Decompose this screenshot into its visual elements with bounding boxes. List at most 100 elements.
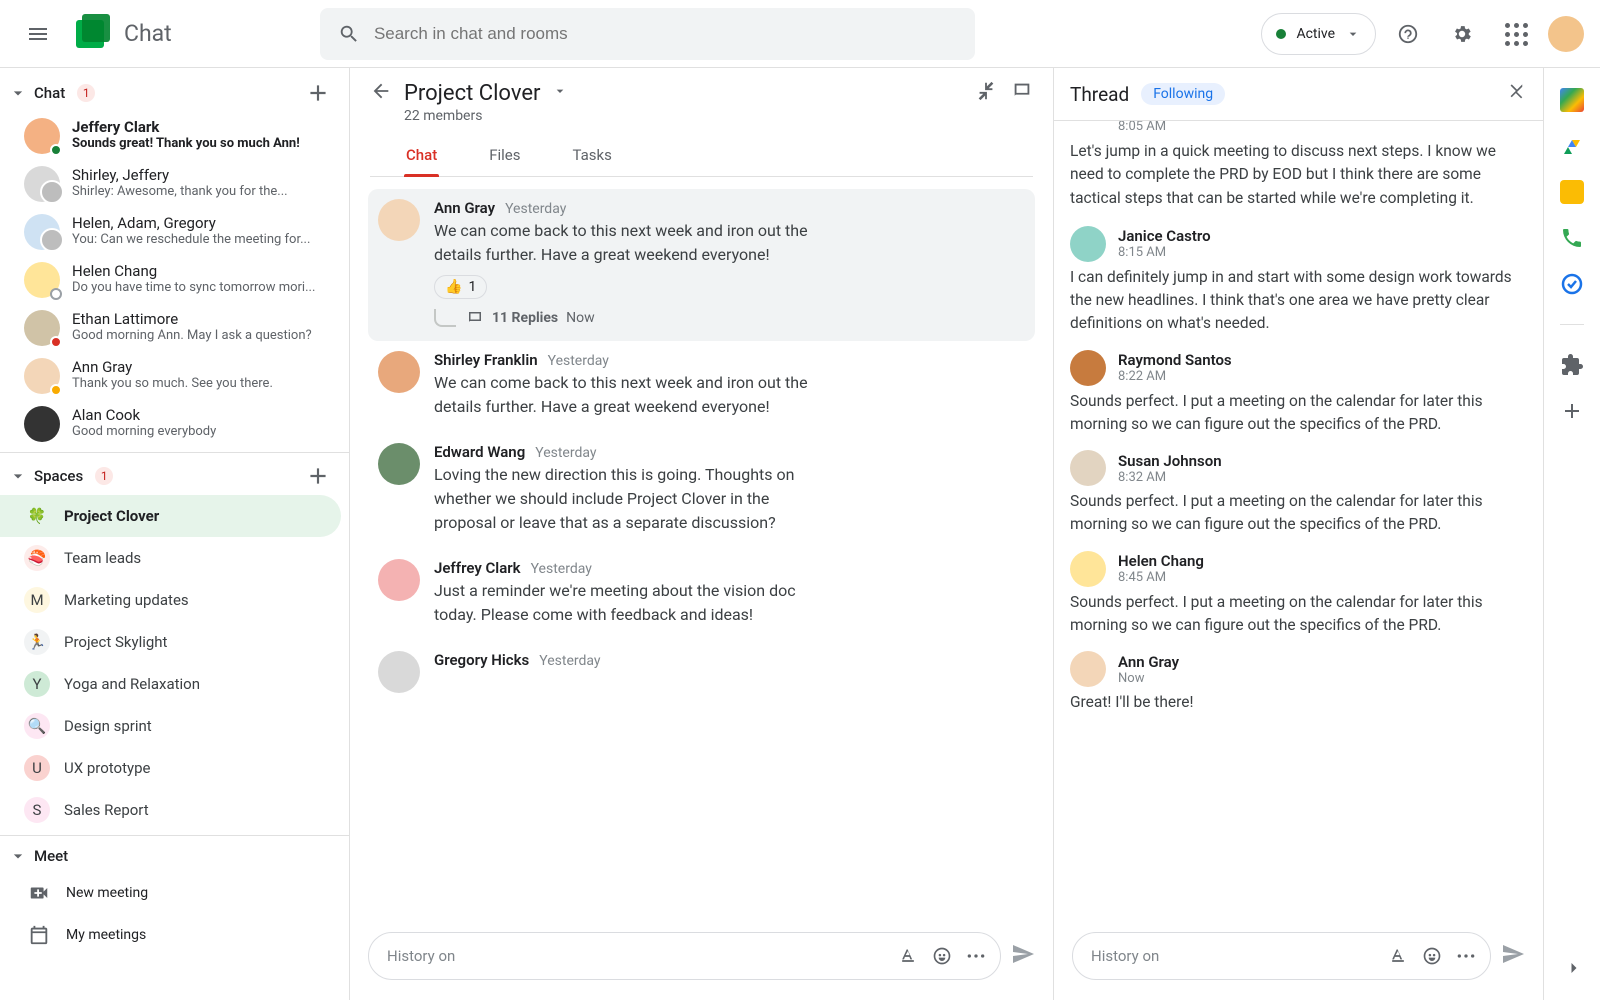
thread-message[interactable]: Ann Gray Now Great! I'll be there!: [1070, 651, 1527, 714]
tasks-icon: [1560, 272, 1584, 296]
space-item[interactable]: M Marketing updates: [0, 579, 349, 621]
thread-message[interactable]: Helen Chang 8:45 AM Sounds perfect. I pu…: [1070, 551, 1527, 638]
thread-message-author: Helen Chang: [1118, 552, 1204, 570]
space-icon: 🔍: [24, 713, 50, 739]
space-item[interactable]: Y Yoga and Relaxation: [0, 663, 349, 705]
message[interactable]: Ann GrayYesterday We can come back to th…: [368, 189, 1035, 341]
keep-addon-button[interactable]: [1560, 180, 1584, 204]
chat-item-name: Jeffery Clark: [72, 118, 300, 136]
status-dot-icon: [1276, 29, 1286, 39]
compose-box[interactable]: History on: [368, 932, 1001, 980]
spaces-section-header[interactable]: Spaces 1: [0, 452, 349, 495]
my-meetings-button[interactable]: My meetings: [0, 914, 349, 956]
chevron-down-icon: [8, 846, 28, 866]
chevron-down-icon: [8, 466, 28, 486]
thread-message-time: 8:32 AM: [1118, 470, 1222, 485]
google-apps-button[interactable]: [1494, 12, 1538, 56]
space-item[interactable]: 🔍 Design sprint: [0, 705, 349, 747]
chat-item[interactable]: Ethan Lattimore Good morning Ann. May I …: [0, 304, 349, 352]
avatar: [378, 199, 420, 241]
space-item[interactable]: 🏃 Project Skylight: [0, 621, 349, 663]
thread-panel: Thread Following 8:05 AM Let's jump in a…: [1054, 68, 1544, 1000]
thread-message[interactable]: Raymond Santos 8:22 AM Sounds perfect. I…: [1070, 350, 1527, 437]
new-meeting-button[interactable]: New meeting: [0, 872, 349, 914]
meet-section-header[interactable]: Meet: [0, 835, 349, 872]
emoji-icon[interactable]: [932, 946, 952, 966]
space-item[interactable]: U UX prototype: [0, 747, 349, 789]
space-item[interactable]: S Sales Report: [0, 789, 349, 831]
close-thread-button[interactable]: [1507, 82, 1527, 106]
chat-item-preview: Do you have time to sync tomorrow mori..…: [72, 280, 315, 295]
message[interactable]: Edward WangYesterday Loving the new dire…: [368, 433, 1035, 549]
thread-message-body: Sounds perfect. I put a meeting on the c…: [1070, 390, 1527, 437]
account-avatar[interactable]: [1548, 16, 1584, 52]
status-selector[interactable]: Active: [1261, 13, 1376, 55]
collapse-button[interactable]: [975, 80, 997, 106]
main-menu-button[interactable]: [16, 12, 60, 56]
new-chat-button[interactable]: [305, 80, 331, 106]
more-icon[interactable]: [1456, 946, 1476, 966]
rail-collapse-button[interactable]: [1564, 958, 1584, 982]
extensions-addon-button[interactable]: [1560, 353, 1584, 377]
space-item[interactable]: 🍣 Team leads: [0, 537, 349, 579]
message[interactable]: Shirley FranklinYesterday We can come ba…: [368, 341, 1035, 433]
format-icon[interactable]: [1388, 946, 1408, 966]
thread-send-button[interactable]: [1501, 942, 1525, 970]
avatar: [1070, 450, 1106, 486]
thread-message[interactable]: Janice Castro 8:15 AM I can definitely j…: [1070, 226, 1527, 336]
settings-button[interactable]: [1440, 12, 1484, 56]
chat-item[interactable]: Alan Cook Good morning everybody: [0, 400, 349, 448]
room-header: Project Clover 22 members ChatFilesTasks: [350, 68, 1053, 177]
chat-item[interactable]: Ann Gray Thank you so much. See you ther…: [0, 352, 349, 400]
chat-item-name: Ann Gray: [72, 358, 273, 376]
message-body: Just a reminder we're meeting about the …: [434, 579, 814, 627]
reaction-chip[interactable]: 👍1: [434, 275, 487, 299]
tab-files[interactable]: Files: [487, 138, 522, 176]
add-addon-button[interactable]: [1560, 399, 1584, 423]
chat-section-header[interactable]: Chat 1: [0, 74, 349, 112]
following-badge[interactable]: Following: [1141, 83, 1225, 105]
new-space-button[interactable]: [305, 463, 331, 489]
replies-link[interactable]: 11 RepliesNow: [434, 309, 1025, 327]
chat-item[interactable]: Shirley, Jeffery Shirley: Awesome, thank…: [0, 160, 349, 208]
help-button[interactable]: [1386, 12, 1430, 56]
thread-message[interactable]: Susan Johnson 8:32 AM Sounds perfect. I …: [1070, 450, 1527, 537]
thread-message-time: 8:15 AM: [1118, 245, 1211, 260]
message[interactable]: Jeffrey ClarkYesterday Just a reminder w…: [368, 549, 1035, 641]
message[interactable]: Gregory HicksYesterday: [368, 641, 1035, 707]
chat-item[interactable]: Jeffery Clark Sounds great! Thank you so…: [0, 112, 349, 160]
space-icon: 🍣: [24, 545, 50, 571]
message-list: Ann GrayYesterday We can come back to th…: [350, 177, 1053, 920]
app-header: Chat Active: [0, 0, 1600, 68]
send-button[interactable]: [1011, 942, 1035, 970]
thread-message-body: Great! I'll be there!: [1070, 691, 1527, 714]
thread-compose-box[interactable]: History on: [1072, 932, 1491, 980]
voice-addon-button[interactable]: [1560, 226, 1584, 250]
drive-addon-button[interactable]: [1560, 134, 1584, 158]
message-body: Loving the new direction this is going. …: [434, 463, 814, 535]
avatar: [24, 310, 60, 346]
meet-section-label: Meet: [34, 847, 68, 865]
avatar: [24, 214, 60, 250]
space-item[interactable]: 🍀 Project Clover: [0, 495, 341, 537]
emoji-icon[interactable]: [1422, 946, 1442, 966]
calendar-addon-button[interactable]: [1560, 88, 1584, 112]
tasks-addon-button[interactable]: [1560, 272, 1584, 296]
thread-toggle-button[interactable]: [1011, 80, 1033, 106]
chevron-right-icon: [1564, 958, 1584, 978]
room-menu-button[interactable]: [552, 83, 568, 103]
avatar: [378, 651, 420, 693]
chat-item[interactable]: Helen Chang Do you have time to sync tom…: [0, 256, 349, 304]
back-button[interactable]: [370, 80, 392, 106]
search-input[interactable]: [374, 24, 957, 44]
format-icon[interactable]: [898, 946, 918, 966]
arrow-left-icon: [370, 80, 392, 102]
search-bar[interactable]: [320, 8, 975, 60]
message-time: Yesterday: [539, 653, 600, 669]
tab-chat[interactable]: Chat: [404, 138, 439, 176]
gear-icon: [1451, 23, 1473, 45]
message-time: Yesterday: [531, 561, 592, 577]
more-icon[interactable]: [966, 946, 986, 966]
chat-item[interactable]: Helen, Adam, Gregory You: Can we resched…: [0, 208, 349, 256]
tab-tasks[interactable]: Tasks: [571, 138, 614, 176]
